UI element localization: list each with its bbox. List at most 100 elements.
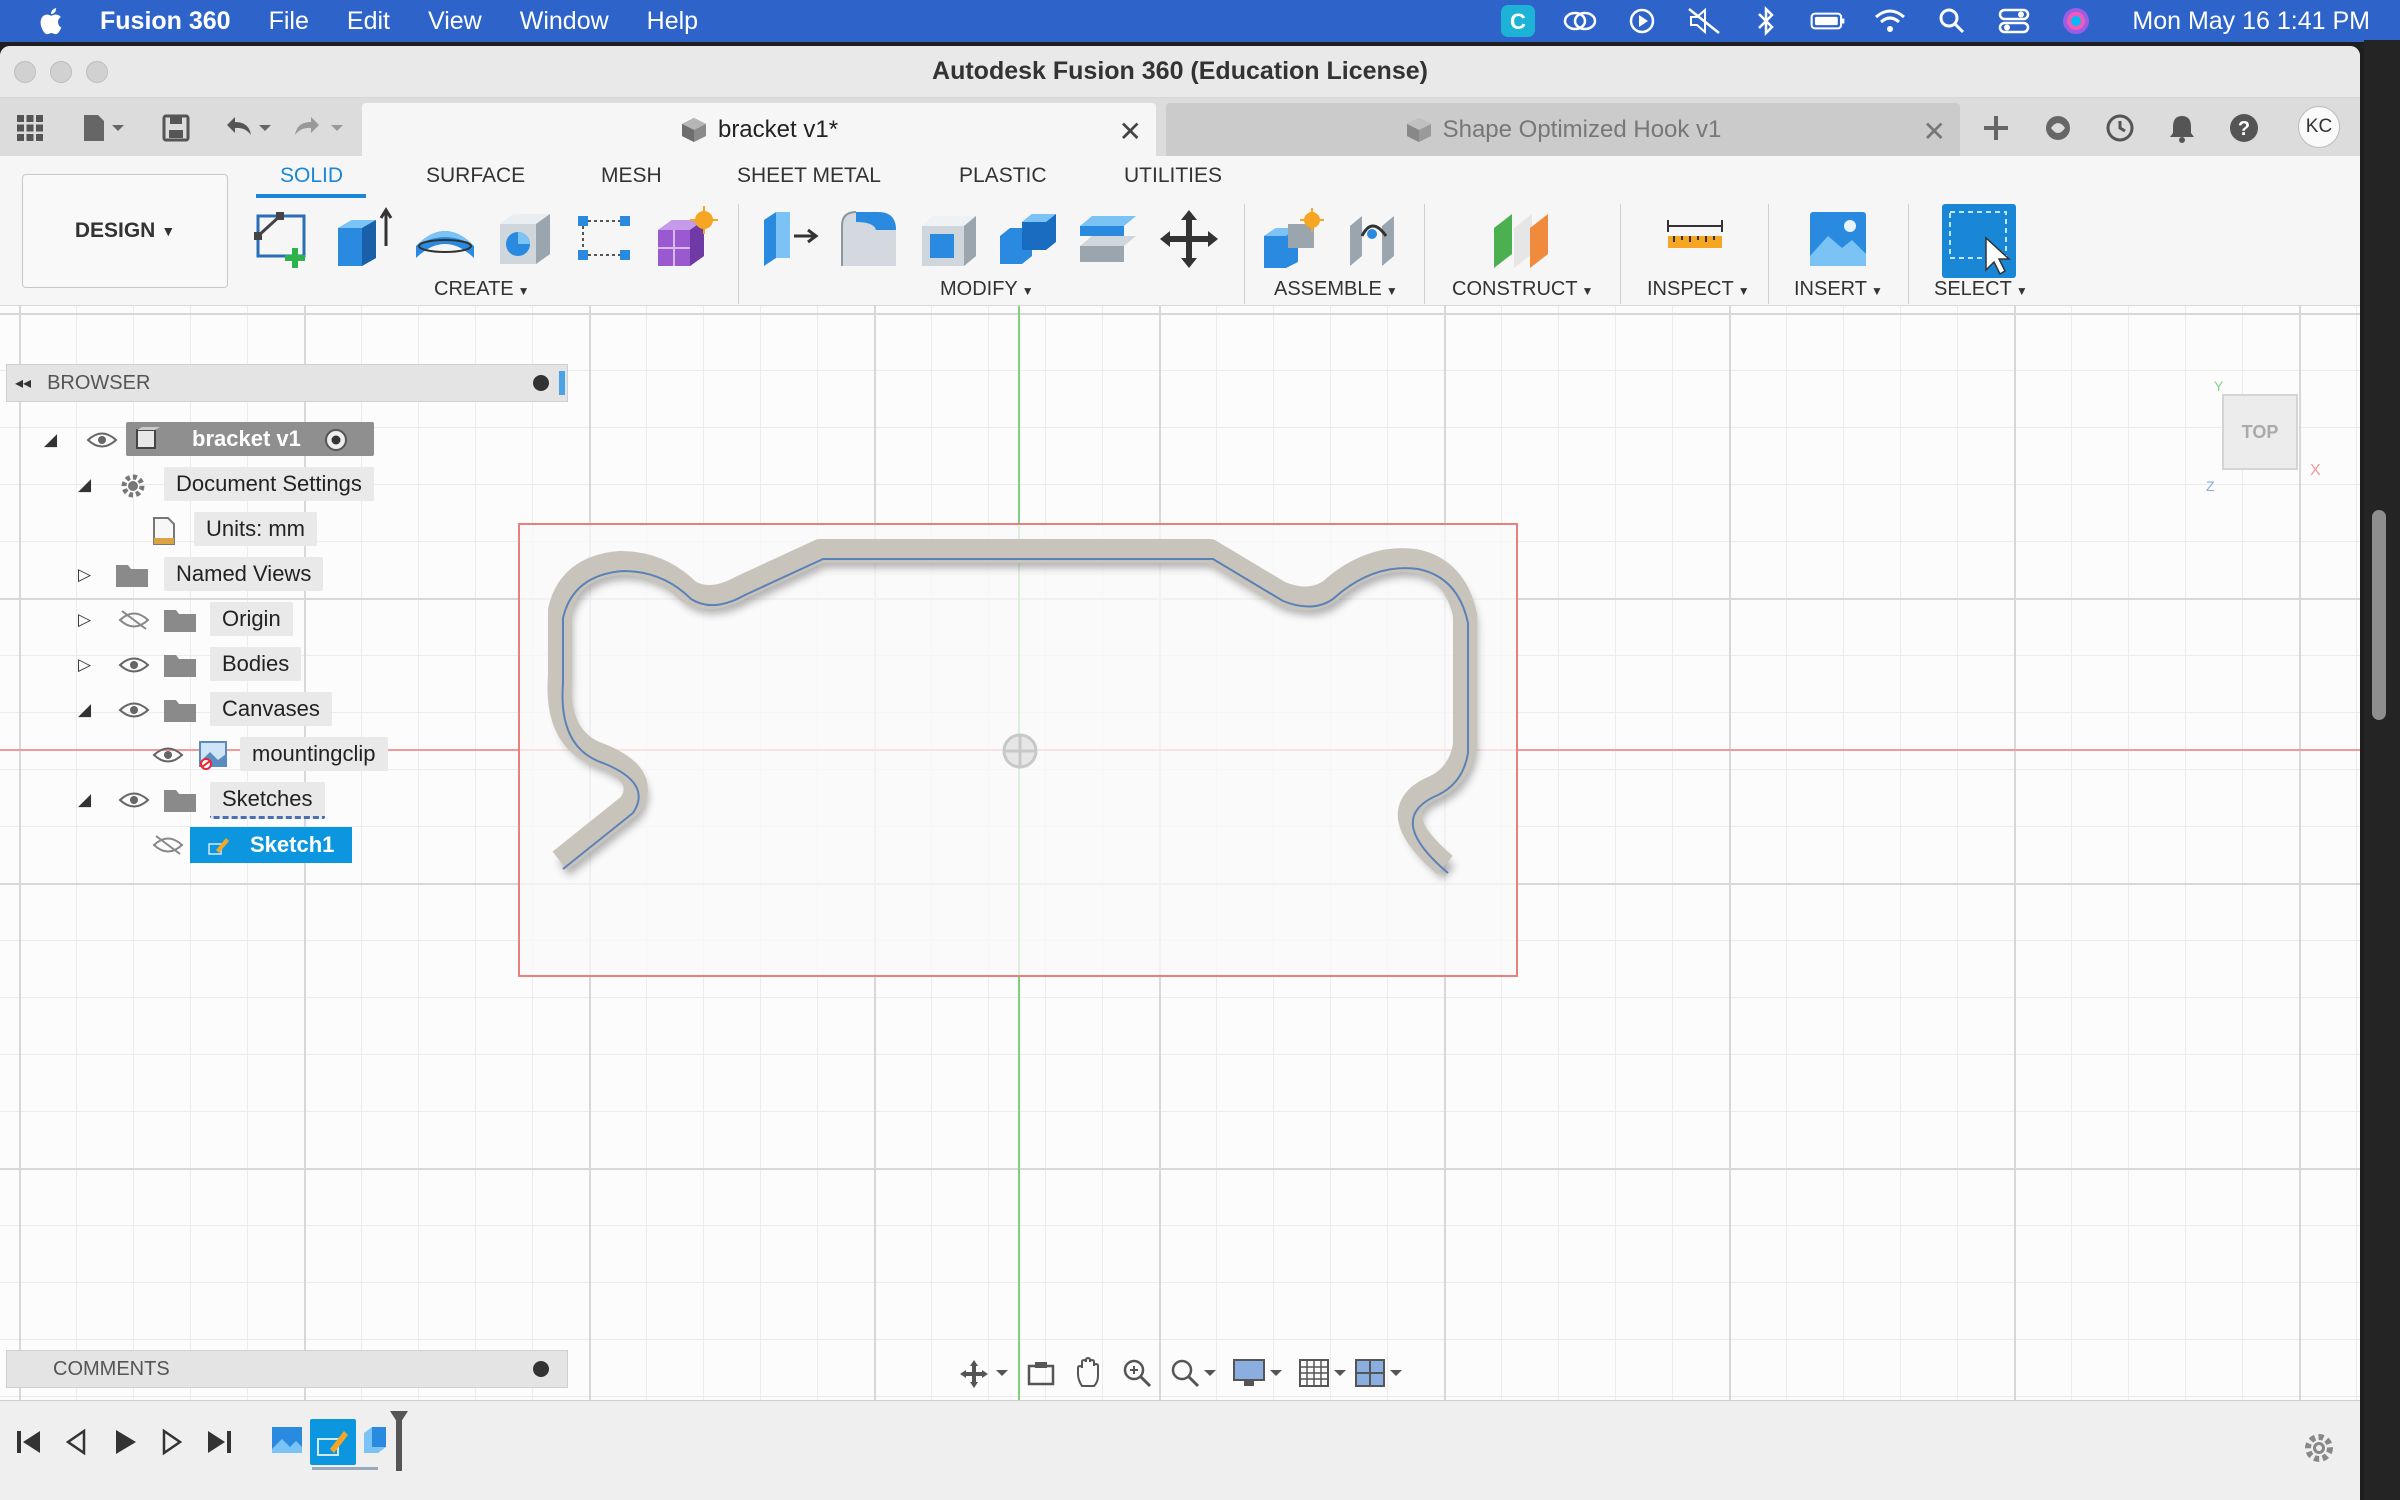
timeline-marker-head[interactable] xyxy=(390,1411,408,1425)
undo-icon[interactable] xyxy=(222,108,274,148)
measure-icon[interactable] xyxy=(1662,206,1728,272)
extensions-icon[interactable] xyxy=(2038,108,2078,148)
step-forward-icon[interactable] xyxy=(156,1427,186,1457)
select-tool-button[interactable] xyxy=(1942,204,2016,278)
visibility-eye-icon[interactable] xyxy=(86,429,118,451)
zoom-icon[interactable] xyxy=(1122,1358,1152,1388)
desktop-scrollbar[interactable] xyxy=(2364,40,2400,1500)
window-zoom-button[interactable] xyxy=(86,61,108,83)
bluetooth-icon[interactable] xyxy=(1748,6,1784,36)
combine-icon[interactable] xyxy=(996,206,1062,272)
close-tab-icon[interactable]: ✕ xyxy=(1923,115,1946,148)
canvas-image-bounds[interactable] xyxy=(518,523,1518,977)
creative-cloud-icon[interactable]: C xyxy=(1500,5,1536,37)
viewcube[interactable]: TOP Y X Z xyxy=(2206,378,2321,494)
go-to-start-icon[interactable] xyxy=(14,1427,44,1457)
timeline-component-feature-icon[interactable] xyxy=(360,1423,390,1457)
revolve-icon[interactable] xyxy=(412,206,478,272)
expanded-triangle-icon[interactable]: ◢ xyxy=(78,475,98,495)
viewcube-top-face[interactable]: TOP xyxy=(2222,394,2298,470)
timeline-settings-gear-icon[interactable] xyxy=(2302,1431,2336,1465)
timeline-canvas-feature-icon[interactable] xyxy=(270,1423,304,1457)
pin-panel-icon[interactable] xyxy=(559,371,565,395)
expanded-triangle-icon[interactable]: ◢ xyxy=(44,430,64,450)
spotlight-search-icon[interactable] xyxy=(1934,7,1970,35)
press-pull-icon[interactable] xyxy=(756,206,822,272)
hidden-eye-icon[interactable] xyxy=(118,609,150,631)
modify-group-menu[interactable]: MODIFY ▼ xyxy=(940,278,1034,301)
tab-mesh[interactable]: MESH xyxy=(601,164,662,188)
wifi-icon[interactable] xyxy=(1872,7,1908,35)
insert-canvas-icon[interactable] xyxy=(1806,206,1872,272)
menu-help[interactable]: Help xyxy=(647,7,698,36)
tab-bracket[interactable]: bracket v1* ✕ xyxy=(362,103,1156,156)
expanded-triangle-icon[interactable]: ◢ xyxy=(78,790,98,810)
offset-face-icon[interactable] xyxy=(1076,206,1142,272)
data-panel-grid-icon[interactable] xyxy=(10,108,50,148)
play-icon[interactable] xyxy=(1624,7,1660,35)
siri-icon[interactable] xyxy=(2058,7,2094,35)
window-minimize-button[interactable] xyxy=(50,61,72,83)
tab-surface[interactable]: SURFACE xyxy=(426,164,525,188)
minimize-panel-icon[interactable] xyxy=(533,375,549,391)
grid-snaps-icon[interactable] xyxy=(1298,1358,1350,1388)
new-tab-plus-icon[interactable] xyxy=(1976,108,2016,148)
app-menu[interactable]: Fusion 360 xyxy=(100,7,231,36)
control-center-icon[interactable] xyxy=(1996,7,2032,35)
expand-comments-icon[interactable] xyxy=(533,1361,549,1377)
tab-solid[interactable]: SOLID xyxy=(280,164,343,188)
cloud-sync-icon[interactable] xyxy=(1562,7,1598,35)
visibility-eye-icon[interactable] xyxy=(118,654,150,676)
viewports-icon[interactable] xyxy=(1354,1358,1406,1388)
fillet-icon[interactable] xyxy=(836,206,902,272)
step-back-icon[interactable] xyxy=(62,1427,92,1457)
apple-icon[interactable] xyxy=(36,6,64,36)
menu-file[interactable]: File xyxy=(269,7,309,36)
joint-icon[interactable] xyxy=(1342,206,1408,272)
create-sketch-icon[interactable] xyxy=(252,206,318,272)
visibility-eye-icon[interactable] xyxy=(118,789,150,811)
shell-icon[interactable] xyxy=(916,206,982,272)
tab-utilities[interactable]: UTILITIES xyxy=(1124,164,1222,188)
look-at-icon[interactable] xyxy=(1026,1358,1056,1388)
expanded-triangle-icon[interactable]: ◢ xyxy=(78,700,98,720)
window-close-button[interactable] xyxy=(14,61,36,83)
collapsed-triangle-icon[interactable]: ▷ xyxy=(78,655,98,675)
hidden-eye-icon[interactable] xyxy=(152,834,184,856)
new-component-icon[interactable] xyxy=(1260,206,1326,272)
create-form-icon[interactable] xyxy=(652,206,718,272)
notifications-bell-icon[interactable] xyxy=(2162,108,2202,148)
visibility-eye-icon[interactable] xyxy=(152,744,184,766)
go-to-end-icon[interactable] xyxy=(204,1427,234,1457)
create-group-menu[interactable]: CREATE ▼ xyxy=(434,278,530,301)
selected-sketch-row[interactable]: Sketch1 xyxy=(190,827,352,863)
save-icon[interactable] xyxy=(156,108,196,148)
battery-icon[interactable] xyxy=(1810,7,1846,35)
extrude-icon[interactable] xyxy=(332,206,398,272)
tab-sheet-metal[interactable]: SHEET METAL xyxy=(737,164,881,188)
close-tab-icon[interactable]: ✕ xyxy=(1119,115,1142,148)
visibility-eye-icon[interactable] xyxy=(118,699,150,721)
collapse-panel-icon[interactable]: ◂◂ xyxy=(15,373,31,393)
activate-radio-icon[interactable] xyxy=(324,428,348,452)
play-timeline-icon[interactable] xyxy=(110,1427,140,1457)
redo-icon[interactable] xyxy=(290,108,348,148)
help-icon[interactable]: ? xyxy=(2224,108,2264,148)
collapsed-triangle-icon[interactable]: ▷ xyxy=(78,565,98,585)
inspect-group-menu[interactable]: INSPECT ▼ xyxy=(1647,278,1750,301)
orbit-icon[interactable] xyxy=(960,1358,1010,1390)
move-copy-icon[interactable] xyxy=(1156,206,1222,272)
clock[interactable]: Mon May 16 1:41 PM xyxy=(2132,7,2370,36)
hole-icon[interactable] xyxy=(492,206,558,272)
construct-group-menu[interactable]: CONSTRUCT ▼ xyxy=(1452,278,1593,301)
collapsed-triangle-icon[interactable]: ▷ xyxy=(78,610,98,630)
user-avatar[interactable]: KC xyxy=(2298,106,2340,148)
workspace-switcher[interactable]: DESIGN ▼ xyxy=(22,174,228,288)
mute-icon[interactable] xyxy=(1686,7,1722,35)
menu-window[interactable]: Window xyxy=(520,7,609,36)
timeline-sketch-feature[interactable] xyxy=(310,1419,356,1465)
menu-view[interactable]: View xyxy=(428,7,482,36)
pan-hand-icon[interactable] xyxy=(1074,1356,1104,1388)
tab-shape-optimized-hook[interactable]: Shape Optimized Hook v1 ✕ xyxy=(1166,103,1960,156)
offset-plane-icon[interactable] xyxy=(1490,206,1556,272)
